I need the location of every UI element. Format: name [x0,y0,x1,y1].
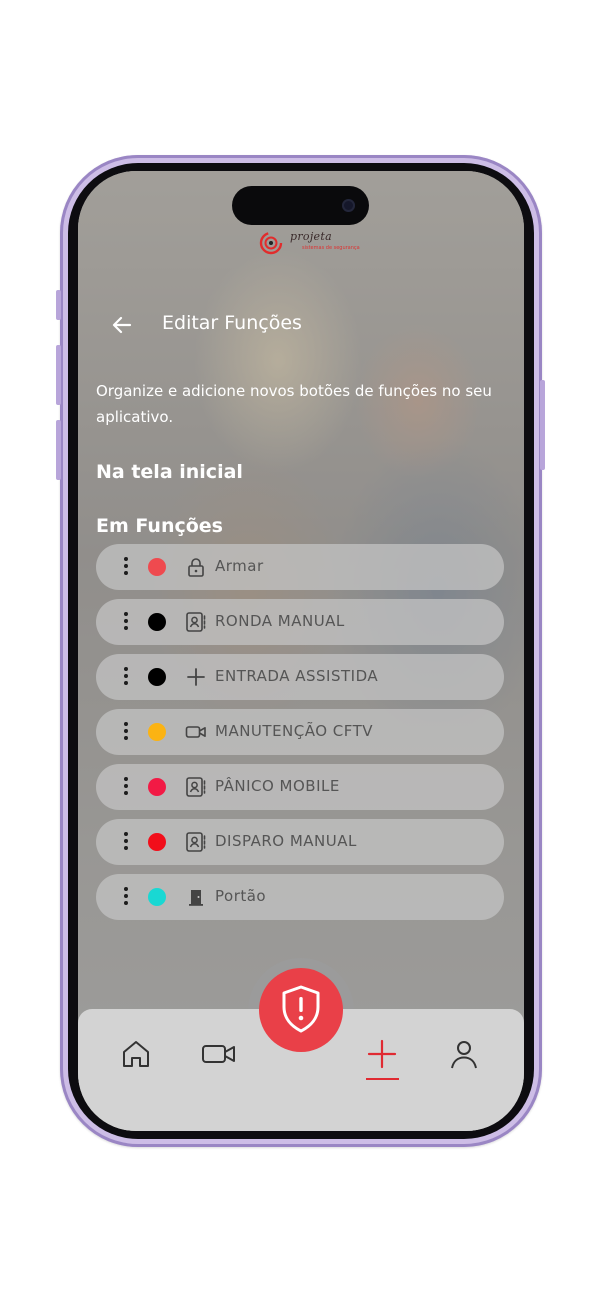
contact-card-icon [186,612,206,632]
video-camera-icon [202,1045,235,1063]
panic-shield-button[interactable] [259,968,343,1052]
drag-handle-icon[interactable] [124,832,128,852]
home-icon [123,1041,149,1067]
nav-active-indicator [366,1078,399,1080]
drag-handle-icon[interactable] [124,722,128,742]
camera-lens [342,199,355,212]
page-description: Organize e adicione novos botões de funç… [96,382,492,426]
app-screen: projeta sistemas de segurança Editar Fun… [78,171,524,1131]
function-label: DISPARO MANUAL [215,832,357,850]
nav-cameras-button[interactable] [201,1037,237,1071]
page-title: Editar Funções [162,312,302,334]
video-camera-icon [185,726,206,738]
phone-side-button [56,290,61,320]
phone-side-button [540,380,545,470]
lock-icon [188,558,204,577]
color-dot[interactable] [148,888,166,906]
shield-alert-icon [282,985,320,1033]
brand-logo: projeta sistemas de segurança [258,228,360,258]
function-item-portao[interactable]: Portão [96,874,504,920]
drag-handle-icon[interactable] [124,667,128,687]
function-label: RONDA MANUAL [215,612,345,630]
function-item-panico-mobile[interactable]: PÂNICO MOBILE [96,764,504,810]
logo-mark-icon [259,231,283,255]
color-dot[interactable] [148,723,166,741]
nav-add-button[interactable] [365,1037,399,1071]
back-button[interactable] [108,313,136,339]
function-item-ronda-manual[interactable]: RONDA MANUAL [96,599,504,645]
functions-list: Armar RONDA MANUAL ENTRADA ASSISTIDA MAN… [96,544,504,929]
nav-profile-button[interactable] [447,1037,481,1071]
nav-home-button[interactable] [119,1037,153,1071]
arrow-left-icon [112,316,132,334]
color-dot[interactable] [148,613,166,631]
color-dot[interactable] [148,778,166,796]
function-item-entrada-assistida[interactable]: ENTRADA ASSISTIDA [96,654,504,700]
color-dot[interactable] [148,668,166,686]
logo-subtitle: sistemas de segurança [302,245,360,251]
function-label: Armar [215,557,264,575]
phone-side-button [56,345,61,405]
function-item-manutencao-cftv[interactable]: MANUTENÇÃO CFTV [96,709,504,755]
door-icon [189,890,203,906]
page-header: Editar Funções [78,309,524,343]
drag-handle-icon[interactable] [124,777,128,797]
user-icon [451,1041,477,1069]
function-label: ENTRADA ASSISTIDA [215,667,379,685]
contact-card-icon [186,777,206,797]
section-home-title: Na tela inicial [96,461,243,483]
drag-handle-icon[interactable] [124,612,128,632]
section-functions-title: Em Funções [96,515,223,537]
drag-handle-icon[interactable] [124,557,128,577]
phone-side-button [56,420,61,480]
plus-icon [187,668,205,686]
function-item-armar[interactable]: Armar [96,544,504,590]
drag-handle-icon[interactable] [124,887,128,907]
plus-icon [367,1039,397,1069]
contact-card-icon [186,832,206,852]
function-item-disparo-manual[interactable]: DISPARO MANUAL [96,819,504,865]
function-label: MANUTENÇÃO CFTV [215,722,374,740]
logo-text: projeta [290,230,332,243]
dynamic-island [232,186,369,225]
color-dot[interactable] [148,558,166,576]
function-label: PÂNICO MOBILE [215,777,340,795]
color-dot[interactable] [148,833,166,851]
function-label: Portão [215,887,267,905]
